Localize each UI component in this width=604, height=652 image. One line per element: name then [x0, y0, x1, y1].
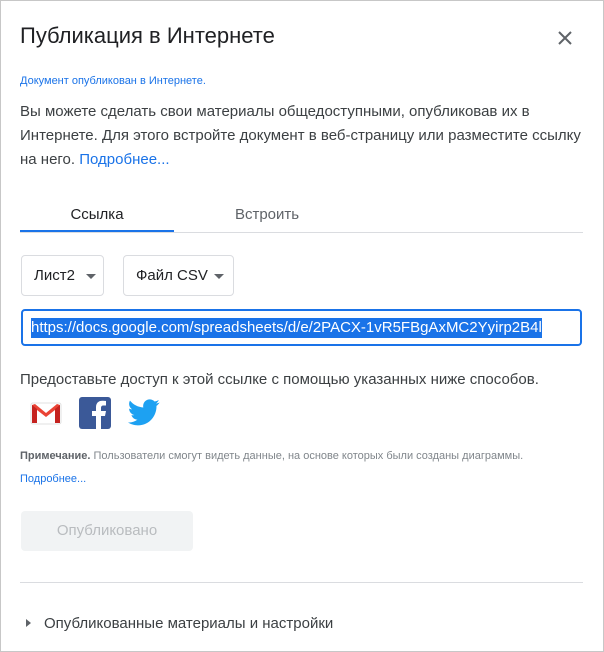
divider: [20, 582, 583, 583]
close-icon[interactable]: [553, 26, 577, 50]
description: Вы можете сделать свои материалы общедос…: [20, 100, 586, 172]
facebook-icon[interactable]: [78, 396, 112, 430]
chevron-down-icon: [214, 274, 224, 279]
twitter-icon[interactable]: [126, 396, 160, 430]
learn-more-link[interactable]: Подробнее...: [79, 151, 169, 168]
expand-arrow-icon: [26, 619, 31, 627]
sheet-select-value: Лист2: [34, 267, 75, 284]
note-learn-more-link[interactable]: Подробнее...: [20, 473, 86, 485]
published-status: Документ опубликован в Интернете.: [20, 75, 206, 87]
sheet-select[interactable]: Лист2: [21, 255, 104, 296]
note-text: Пользователи смогут видеть данные, на ос…: [90, 450, 524, 462]
published-url-text: https://docs.google.com/spreadsheets/d/e…: [31, 318, 542, 338]
share-instructions: Предоставьте доступ к этой ссылке с помо…: [20, 371, 539, 388]
published-settings-toggle[interactable]: Опубликованные материалы и настройки: [26, 615, 333, 632]
format-select-value: Файл CSV: [136, 267, 208, 284]
gmail-icon[interactable]: [29, 396, 63, 430]
dialog-title: Публикация в Интернете: [20, 23, 275, 48]
format-select[interactable]: Файл CSV: [123, 255, 234, 296]
tab-link[interactable]: Ссылка: [20, 199, 174, 232]
published-url-field[interactable]: https://docs.google.com/spreadsheets/d/e…: [21, 309, 582, 346]
tab-embed[interactable]: Встроить: [174, 199, 360, 231]
published-button[interactable]: Опубликовано: [21, 511, 193, 551]
note: Примечание. Пользователи смогут видеть д…: [20, 445, 540, 491]
published-settings-label: Опубликованные материалы и настройки: [44, 615, 334, 632]
chevron-down-icon: [86, 274, 96, 279]
tab-bar: Ссылка Встроить: [20, 199, 583, 233]
publish-dialog: Публикация в Интернете Документ опублико…: [0, 0, 604, 652]
note-label: Примечание.: [20, 450, 91, 462]
